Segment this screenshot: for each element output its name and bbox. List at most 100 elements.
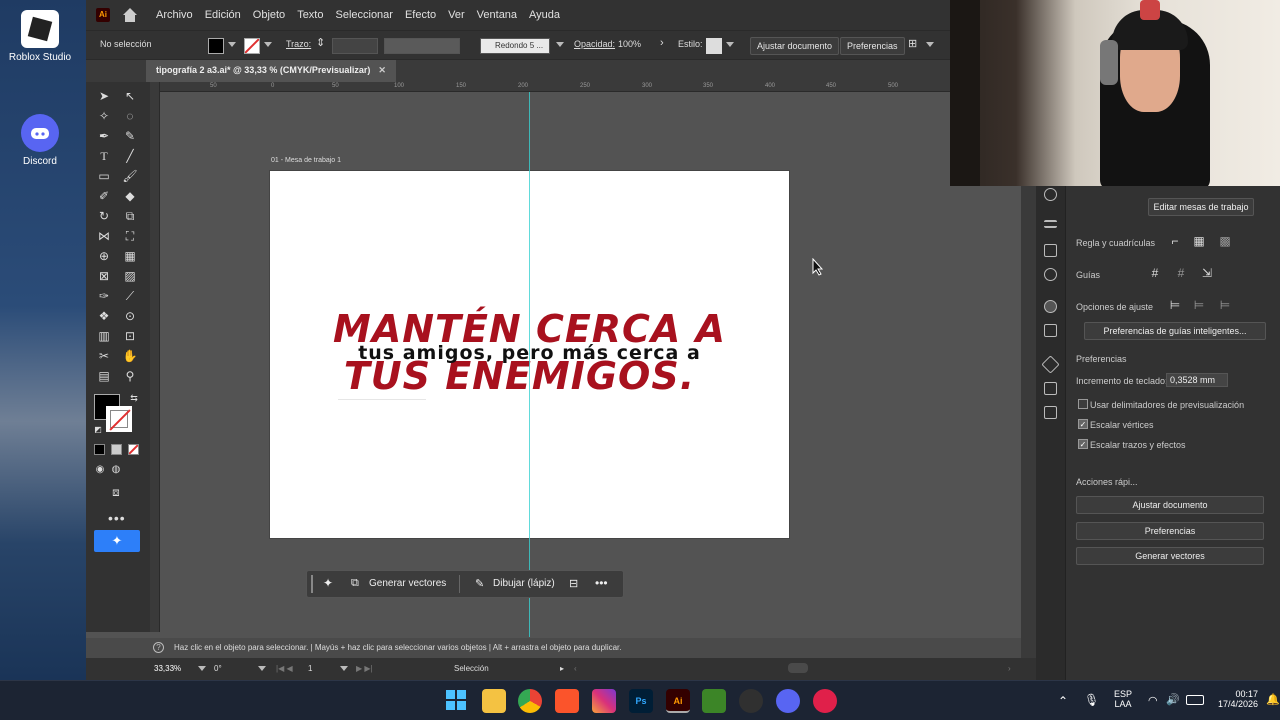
stroke-color-box[interactable] — [106, 406, 132, 432]
snap-to-pixel-icon[interactable]: ⊨ — [1192, 298, 1206, 312]
transparency-grid-icon[interactable]: ▩ — [1218, 234, 1232, 248]
pen-tool-icon[interactable]: ✒ — [96, 128, 112, 144]
vertical-guide[interactable] — [529, 92, 530, 637]
lock-guides-icon[interactable]: # — [1174, 266, 1188, 280]
shape-builder-icon[interactable]: ⊕ — [96, 248, 112, 264]
stroke-label[interactable]: Trazo: — [286, 39, 311, 49]
menu-archivo[interactable]: Archivo — [156, 9, 193, 21]
brush-dropdown[interactable]: Redondo 5 ... — [480, 38, 550, 54]
export-panel-icon[interactable] — [1044, 382, 1057, 395]
panel-clubs-icon[interactable] — [1044, 188, 1057, 201]
menu-objeto[interactable]: Objeto — [253, 9, 285, 21]
show-hidden-icons[interactable]: ⌃ — [1058, 694, 1068, 708]
microphone-icon[interactable]: 🎙 — [1084, 693, 1099, 707]
brave-icon[interactable] — [555, 689, 579, 713]
menu-texto[interactable]: Texto — [297, 9, 323, 21]
variable-width-dropdown[interactable] — [384, 38, 460, 54]
preview-bounds-checkbox[interactable] — [1078, 399, 1088, 409]
swap-colors-icon[interactable]: ⇆ — [126, 390, 142, 406]
rotation-value[interactable]: 0° — [214, 664, 222, 673]
volume-icon[interactable]: 🔊 — [1166, 693, 1180, 706]
selection-tool-icon[interactable]: ➤ — [96, 88, 112, 104]
color-panel-icon[interactable] — [1044, 268, 1057, 281]
measure-tool-icon[interactable]: ⟋ — [122, 288, 138, 304]
document-tab[interactable]: tipografía 2 a3.ai* @ 33,33 % (CMYK/Prev… — [146, 60, 396, 82]
qa-preferences-button[interactable]: Preferencias — [1076, 522, 1264, 540]
status-next-icon[interactable]: ▸ — [560, 664, 564, 673]
media-player-icon[interactable] — [813, 689, 837, 713]
notifications-icon[interactable]: 🔔 — [1266, 693, 1280, 706]
artboard-dropdown-icon[interactable] — [340, 666, 348, 671]
menu-seleccionar[interactable]: Seleccionar — [335, 9, 392, 21]
opacity-arrow-icon[interactable]: › — [660, 37, 664, 49]
symbol-sprayer-icon[interactable]: ⊙ — [122, 308, 138, 324]
photoshop-icon[interactable]: Ps — [629, 689, 653, 713]
scale-corners-checkbox[interactable]: ✓ — [1078, 419, 1088, 429]
drag-handle[interactable] — [311, 575, 313, 593]
arrange-caret-icon[interactable] — [926, 42, 934, 47]
menu-ver[interactable]: Ver — [448, 9, 465, 21]
layers-panel-icon[interactable] — [1044, 244, 1057, 257]
grid-icon[interactable]: ▦ — [1192, 234, 1206, 248]
scroll-right-icon[interactable]: › — [1008, 664, 1011, 673]
stroke-weight-dropdown[interactable] — [332, 38, 378, 54]
zoom-dropdown-icon[interactable] — [198, 666, 206, 671]
stroke-dropdown-icon[interactable] — [264, 42, 272, 47]
eyedropper-icon[interactable]: ✑ — [96, 288, 112, 304]
clear-guides-icon[interactable]: ⇲ — [1200, 266, 1214, 280]
appearance-panel-icon[interactable] — [1044, 300, 1057, 313]
curvature-tool-icon[interactable]: ✎ — [122, 128, 138, 144]
edit-toolbar-icon[interactable]: ••• — [108, 510, 126, 526]
free-transform-icon[interactable]: ⛶ — [122, 228, 138, 244]
first-artboard-icon[interactable]: |◀ ◀ — [276, 664, 293, 673]
illustrator-taskbar-icon[interactable]: Ai — [666, 689, 690, 713]
snap-to-point-icon[interactable]: ⊨ — [1168, 298, 1182, 312]
fill-swatch[interactable] — [208, 38, 224, 54]
magic-wand-icon[interactable]: ✧ — [96, 108, 112, 124]
instagram-icon[interactable] — [592, 689, 616, 713]
opacity-value[interactable]: 100% — [618, 39, 641, 49]
direct-selection-tool-icon[interactable]: ↖ — [122, 88, 138, 104]
edit-artboards-button[interactable]: Editar mesas de trabajo — [1148, 198, 1254, 216]
artboard-label[interactable]: 01 - Mesa de trabajo 1 — [271, 157, 341, 164]
discord-shortcut[interactable]: Discord — [4, 114, 76, 167]
scale-strokes-checkbox[interactable]: ✓ — [1078, 439, 1088, 449]
fill-dropdown-icon[interactable] — [228, 42, 236, 47]
file-explorer-icon[interactable] — [482, 689, 506, 713]
chrome-icon[interactable] — [518, 689, 542, 713]
stroke-swatch[interactable] — [244, 38, 260, 54]
draw-pencil-button[interactable]: Dibujar (lápiz) — [493, 578, 555, 589]
graph-tool-icon[interactable]: ▥ — [96, 328, 112, 344]
draw-behind-icon[interactable]: ◍ — [108, 462, 124, 478]
style-swatch[interactable] — [706, 38, 722, 54]
gradient-mode-icon[interactable] — [111, 444, 122, 455]
start-button[interactable] — [444, 689, 468, 713]
keyboard-increment-input[interactable]: 0,3528 mm — [1166, 373, 1228, 387]
lasso-icon[interactable]: ◌ — [122, 108, 138, 124]
menu-edicion[interactable]: Edición — [205, 9, 241, 21]
gradient-tool-icon[interactable]: ▨ — [122, 268, 138, 284]
opacity-label[interactable]: Opacidad: — [574, 39, 615, 49]
perspective-grid-icon[interactable]: ▦ — [122, 248, 138, 264]
default-colors-icon[interactable]: ◩ — [90, 422, 106, 438]
home-icon[interactable] — [122, 8, 138, 22]
rectangle-tool-icon[interactable]: ▭ — [96, 168, 112, 184]
mesh-tool-icon[interactable]: ⊠ — [96, 268, 112, 284]
eraser-icon[interactable]: ◆ — [122, 188, 138, 204]
artboard-number[interactable]: 1 — [308, 664, 312, 673]
width-tool-icon[interactable]: ⋈ — [96, 228, 112, 244]
color-mode-icon[interactable] — [94, 444, 105, 455]
status-prev-icon[interactable]: ‹ — [574, 664, 577, 673]
stroke-stepper-icon[interactable]: ⇕ — [316, 36, 325, 49]
show-guides-icon[interactable]: # — [1148, 266, 1162, 280]
generative-ai-button[interactable]: ✦ — [94, 530, 140, 552]
more-options-icon[interactable]: ••• — [595, 576, 608, 590]
slice-tool-icon[interactable]: ✂ — [96, 348, 112, 364]
screen-mode-icon[interactable]: ⧈ — [108, 484, 124, 500]
language-indicator[interactable]: ESP LAA — [1114, 689, 1132, 709]
fit-document-button[interactable]: Ajustar documento — [750, 37, 840, 55]
brush-caret-icon[interactable] — [556, 42, 564, 47]
shaper-tool-icon[interactable]: ✐ — [96, 188, 112, 204]
image-options-icon[interactable]: ⊟ — [569, 577, 578, 590]
clock[interactable]: 00:17 17/4/2026 — [1218, 689, 1258, 709]
